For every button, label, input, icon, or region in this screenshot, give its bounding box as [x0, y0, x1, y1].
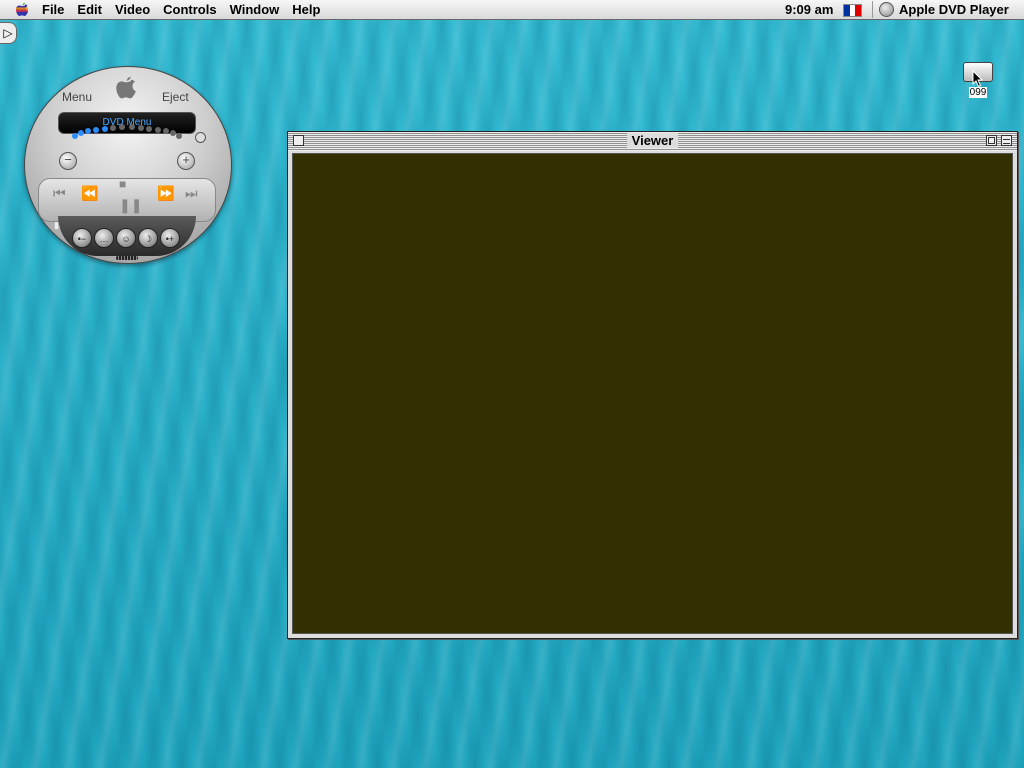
- power-icon[interactable]: [195, 132, 206, 143]
- volume-dot: [154, 126, 161, 133]
- volume-down-button[interactable]: −: [59, 152, 77, 170]
- next-chapter-button[interactable]: ⏭: [185, 185, 198, 202]
- close-box-button[interactable]: [293, 135, 304, 146]
- menu-help[interactable]: Help: [292, 2, 320, 17]
- menu-list: File Edit Video Controls Window Help: [42, 2, 333, 17]
- menu-bar: File Edit Video Controls Window Help 9:0…: [0, 0, 1024, 20]
- dvd-controller[interactable]: Menu Eject DVD Menu − + ⏮ ⏪ ■ ❚❚ ⏩ ⏭ ▮▸ …: [24, 66, 232, 264]
- audio-language-button[interactable]: ☺: [116, 228, 136, 248]
- application-name: Apple DVD Player: [899, 2, 1009, 17]
- apple-logo-icon: [116, 76, 136, 99]
- menu-window[interactable]: Window: [230, 2, 280, 17]
- menu-video[interactable]: Video: [115, 2, 150, 17]
- video-display-area[interactable]: [292, 153, 1013, 634]
- controller-lower-panel: •− … ☺ ☽ •+: [58, 216, 196, 256]
- pause-button[interactable]: ❚❚: [119, 197, 142, 214]
- volume-dot: [128, 124, 135, 131]
- menu-controls[interactable]: Controls: [163, 2, 216, 17]
- viewer-title: Viewer: [626, 133, 679, 148]
- volume-dot: [71, 132, 78, 139]
- viewer-window: Viewer: [287, 131, 1018, 639]
- zoom-box-button[interactable]: [986, 135, 997, 146]
- angle-button[interactable]: ☽: [138, 228, 158, 248]
- volume-dot: [101, 125, 108, 132]
- keyboard-layout-flag-icon[interactable]: [843, 4, 862, 17]
- eject-button[interactable]: Eject: [162, 90, 189, 104]
- stop-button[interactable]: ■: [119, 177, 126, 191]
- application-menu[interactable]: Apple DVD Player: [879, 2, 1009, 17]
- volume-dot: [137, 124, 144, 131]
- volume-dot: [93, 126, 100, 133]
- apple-menu-icon[interactable]: [14, 1, 30, 17]
- volume-dot: [146, 125, 153, 132]
- fast-forward-button[interactable]: ⏩: [157, 185, 174, 202]
- rewind-button[interactable]: ⏪: [81, 185, 98, 202]
- next-angle-button[interactable]: •+: [160, 228, 180, 248]
- mouse-cursor-icon: [972, 70, 984, 88]
- previous-angle-button[interactable]: •−: [72, 228, 92, 248]
- menu-button[interactable]: Menu: [62, 90, 92, 104]
- flag-stripe-red: [855, 5, 862, 16]
- menu-clock[interactable]: 9:09 am: [785, 2, 833, 17]
- collapse-box-button[interactable]: [1001, 135, 1012, 146]
- volume-dot: [176, 132, 183, 139]
- control-strip-tab[interactable]: ▷: [0, 22, 17, 44]
- controller-grille: [116, 256, 138, 260]
- viewer-title-bar[interactable]: Viewer: [288, 132, 1017, 151]
- dvd-player-icon: [879, 2, 894, 17]
- previous-chapter-button[interactable]: ⏮: [53, 185, 66, 202]
- subtitles-button[interactable]: …: [94, 228, 114, 248]
- menu-edit[interactable]: Edit: [77, 2, 102, 17]
- menu-file[interactable]: File: [42, 2, 64, 17]
- menu-separator: [872, 1, 873, 18]
- volume-up-button[interactable]: +: [177, 152, 195, 170]
- disc-label: 099: [968, 87, 988, 98]
